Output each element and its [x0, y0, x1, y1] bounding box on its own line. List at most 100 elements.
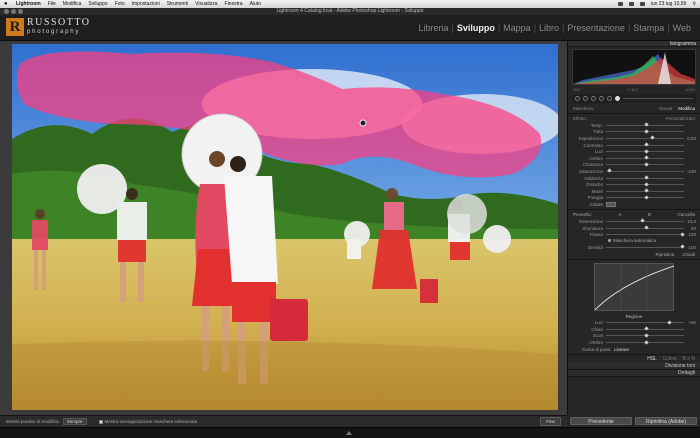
reset-button[interactable]: Ripristina: [655, 252, 674, 257]
tab-color[interactable]: Colore: [662, 356, 677, 362]
module-print[interactable]: Stampa: [630, 23, 667, 33]
slider-temp[interactable]: Temp.: [568, 122, 700, 129]
reset-adobe-button[interactable]: Ripristina (Adobe): [635, 417, 697, 425]
tone-curve[interactable]: [594, 262, 675, 311]
brush-erase-button[interactable]: Cancella: [677, 212, 695, 217]
slider-label: Moiré: [591, 188, 603, 194]
histogram-header[interactable]: Istogramma: [568, 41, 700, 47]
red-eye-icon[interactable]: [591, 96, 596, 101]
slider-value: 50: [690, 225, 696, 231]
zoom-window-icon[interactable]: [18, 9, 23, 14]
brush-b-button[interactable]: B: [648, 212, 651, 217]
brush-a-button[interactable]: A: [618, 212, 621, 217]
curve-highlights-slider[interactable]: Luci +60: [568, 320, 700, 327]
photo-preview[interactable]: [12, 44, 558, 410]
module-book[interactable]: Libro: [536, 23, 562, 33]
menu-file[interactable]: File: [48, 1, 56, 7]
slider-value: 100: [688, 232, 696, 238]
brush-row: Pennello: A B Cancella: [568, 211, 700, 218]
color-row: Colore: [568, 201, 700, 208]
tab-bw[interactable]: B e N: [682, 356, 695, 362]
top-panel: R RUSSOTTO photography Libreria | Svilupp…: [0, 15, 700, 41]
curve-lights-slider[interactable]: Chiari: [568, 326, 700, 333]
menu-photo[interactable]: Foto: [115, 1, 125, 7]
bottom-toolbar: Mostra puntine di modifica: Sempre Mostr…: [0, 415, 567, 427]
logo-tagline: photography: [27, 29, 81, 35]
tab-hsl[interactable]: HSL: [647, 356, 657, 362]
menu-edit[interactable]: Modifica: [63, 1, 82, 7]
menu-clock[interactable]: lun 23 lug 10.59: [651, 1, 687, 7]
slider-exposure[interactable]: Esposizione 0,50: [568, 135, 700, 142]
spot-removal-icon[interactable]: [583, 96, 588, 101]
curve-darks-slider[interactable]: Scuri: [568, 333, 700, 340]
menu-develop[interactable]: Sviluppo: [88, 1, 107, 7]
menu-help[interactable]: Aiuto: [250, 1, 261, 7]
show-mask-row[interactable]: Mostra sovrapposizione maschera selezion…: [98, 419, 198, 424]
adjustment-brush-icon[interactable]: [615, 96, 620, 101]
slider-sharpness[interactable]: Nitidezza: [568, 175, 700, 182]
slider-label: Ombre: [589, 340, 603, 346]
histogram[interactable]: [572, 49, 696, 85]
slider-highlights[interactable]: Luci: [568, 148, 700, 155]
graduated-filter-icon[interactable]: [599, 96, 604, 101]
mask-new-button[interactable]: Nuova: [659, 106, 672, 111]
previous-button[interactable]: Precedente: [570, 417, 632, 425]
apple-icon[interactable]: ●: [4, 1, 10, 7]
slider-shadows[interactable]: Ombre: [568, 155, 700, 162]
battery-icon[interactable]: [639, 2, 645, 6]
menu-app-name[interactable]: Lightroom: [16, 1, 41, 7]
point-curve-row: Curva di punti: Lineare: [568, 346, 700, 353]
shutter-value: 1/160: [684, 87, 695, 92]
module-develop[interactable]: Sviluppo: [454, 23, 498, 33]
slider-clarity[interactable]: Chiarezza: [568, 162, 700, 169]
wifi-icon[interactable]: [628, 2, 634, 6]
automask-checkbox[interactable]: [608, 239, 611, 243]
effect-row: Effetto: Personalizzato: [568, 115, 700, 122]
menu-window[interactable]: Finestra: [225, 1, 243, 7]
menu-settings[interactable]: Impostazioni: [132, 1, 160, 7]
details-title: Dettagli: [678, 369, 695, 376]
split-toning-header[interactable]: Divisione toni: [568, 362, 700, 370]
done-button[interactable]: Fine: [540, 417, 561, 426]
radial-filter-icon[interactable]: [607, 96, 612, 101]
minimize-window-icon[interactable]: [11, 9, 16, 14]
overlay-select[interactable]: Sempre: [62, 418, 87, 425]
image-canvas[interactable]: [0, 41, 567, 415]
brush-flow-slider[interactable]: Flusso 100: [568, 231, 700, 238]
crop-tool-icon[interactable]: [575, 96, 580, 101]
color-swatch[interactable]: [606, 202, 616, 208]
module-web[interactable]: Web: [670, 23, 694, 33]
show-mask-checkbox[interactable]: [98, 419, 103, 424]
slider-saturation[interactable]: Saturazione -100: [568, 168, 700, 175]
automask-label: Maschera automatica: [613, 238, 657, 244]
density-slider[interactable]: Densità 100: [568, 244, 700, 251]
slider-contrast[interactable]: Contrasto: [568, 142, 700, 149]
slider-tint[interactable]: Tinta: [568, 129, 700, 136]
slider-label: Chiari: [591, 326, 603, 332]
menu-tools[interactable]: Strumenti: [167, 1, 188, 7]
show-mask-label: Mostra sovrapposizione maschera selezion…: [104, 419, 198, 424]
slider-defringe[interactable]: Frangia: [568, 195, 700, 202]
close-window-icon[interactable]: [4, 9, 9, 14]
point-curve-select[interactable]: Lineare: [614, 347, 629, 352]
module-map[interactable]: Mappa: [500, 23, 534, 33]
effect-preset-select[interactable]: Personalizzato: [665, 116, 695, 121]
slider-label: Frangia: [587, 195, 603, 201]
module-library[interactable]: Libreria: [415, 23, 451, 33]
module-slideshow[interactable]: Presentazione: [564, 23, 628, 33]
details-header[interactable]: Dettagli: [568, 369, 700, 377]
slider-noise[interactable]: Disturbo: [568, 181, 700, 188]
spotlight-icon[interactable]: ⚲: [692, 1, 696, 7]
iso-value: ISO: [573, 87, 580, 92]
filmstrip-bar[interactable]: [0, 427, 700, 438]
status-icon[interactable]: [617, 2, 623, 6]
brush-feather-slider[interactable]: Sfumatura 50: [568, 225, 700, 232]
slider-moire[interactable]: Moiré: [568, 188, 700, 195]
curve-shadows-slider[interactable]: Ombre: [568, 339, 700, 346]
expand-filmstrip-icon[interactable]: [346, 431, 352, 435]
menu-view[interactable]: Visualizza: [195, 1, 217, 7]
right-panel: Istogramma ISO f / 6.3 1/160 Maschera: N…: [567, 41, 700, 427]
close-button[interactable]: Chiudi: [682, 252, 695, 257]
brush-size-slider[interactable]: Dimensione 10,0: [568, 218, 700, 225]
mask-edit-button[interactable]: Modifica: [678, 106, 695, 111]
